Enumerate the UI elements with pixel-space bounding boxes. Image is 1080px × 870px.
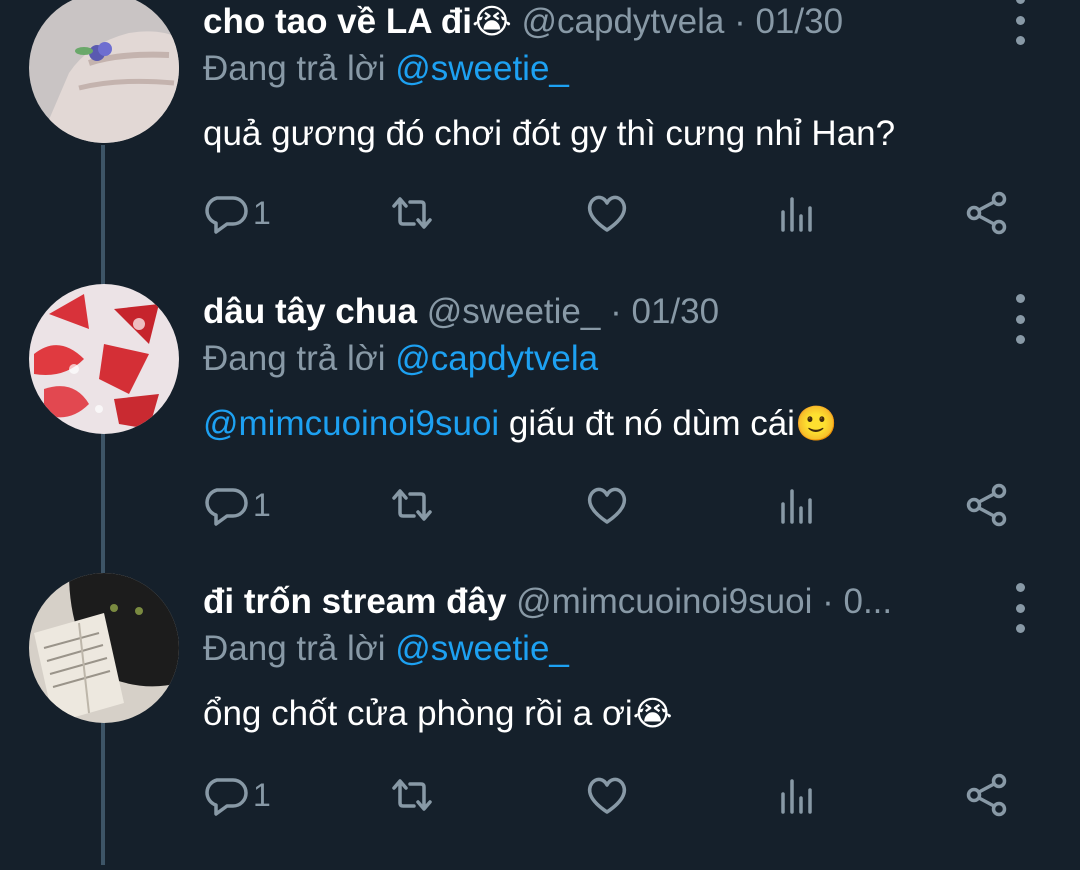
tweet-text-content: quả gương đó chơi đót gy thì cưng nhỉ Ha… <box>203 114 896 153</box>
author-handle[interactable]: @sweetie_ <box>427 292 601 331</box>
crying-emoji: 😭 <box>472 2 512 42</box>
avatar[interactable] <box>29 284 179 434</box>
like-icon <box>587 487 627 524</box>
tweet-text: quả gương đó chơi đót gy thì cưng nhỉ Ha… <box>203 113 1080 155</box>
reply-count: 1 <box>253 194 271 231</box>
share-button[interactable] <box>964 480 1010 530</box>
action-bar: 1 <box>203 480 1013 530</box>
smile-emoji: 🙂 <box>794 404 838 444</box>
analytics-button[interactable] <box>774 480 820 530</box>
like-button[interactable] <box>584 770 630 820</box>
more-options-icon[interactable] <box>1008 294 1032 344</box>
replying-to-handle[interactable]: @sweetie_ <box>395 629 569 668</box>
tweet-mention[interactable]: @mimcuoinoi9suoi <box>203 404 499 443</box>
author-name[interactable]: dâu tây chua <box>203 292 417 331</box>
analytics-icon <box>781 779 812 814</box>
retweet-icon <box>392 489 432 521</box>
replying-to-handle[interactable]: @capdytvela <box>395 339 598 378</box>
tweet-text-content: ổng chốt cửa phòng rồi a ơi <box>203 694 633 733</box>
reply-tweet[interactable]: dâu tây chua @sweetie_ · 01/30 Đang trả … <box>0 284 1080 580</box>
avatar[interactable] <box>29 0 179 143</box>
separator-dot: · <box>734 2 746 41</box>
replying-to: Đang trả lời @capdytvela <box>203 338 1080 380</box>
author-handle[interactable]: @capdytvela <box>521 2 724 41</box>
share-button[interactable] <box>964 188 1010 238</box>
analytics-button[interactable] <box>774 770 820 820</box>
share-icon <box>966 483 1007 527</box>
analytics-button[interactable] <box>774 188 820 238</box>
reply-button[interactable]: 1 <box>203 188 271 238</box>
more-options-icon[interactable] <box>1008 583 1032 633</box>
replying-to-label: Đang trả lời <box>203 629 386 668</box>
separator-dot: · <box>822 582 834 621</box>
author-name[interactable]: cho tao về LA đi <box>203 2 472 41</box>
action-bar: 1 <box>203 770 1013 820</box>
tweet-text: @mimcuoinoi9suoi giấu đt nó dùm cái🙂 <box>203 403 1080 445</box>
replying-to: Đang trả lời @sweetie_ <box>203 48 1080 90</box>
tweet-text: ổng chốt cửa phòng rồi a ơi😭 <box>203 693 1080 735</box>
crying-emoji: 😭 <box>632 694 673 734</box>
like-icon <box>587 777 627 814</box>
tweet-date: 01/30 <box>755 2 844 41</box>
share-icon <box>966 191 1007 235</box>
reply-icon <box>205 488 248 526</box>
reply-tweet[interactable]: đi trốn stream đây @mimcuoinoi9suoi · 0.… <box>0 573 1080 870</box>
reply-button[interactable]: 1 <box>203 770 271 820</box>
separator-dot: · <box>610 292 622 331</box>
action-bar: 1 <box>203 188 1013 238</box>
replying-to-handle[interactable]: @sweetie_ <box>395 49 569 88</box>
share-icon <box>966 773 1007 817</box>
like-button[interactable] <box>584 480 630 530</box>
like-icon <box>587 195 627 232</box>
author-name[interactable]: đi trốn stream đây <box>203 582 506 621</box>
share-button[interactable] <box>964 770 1010 820</box>
like-button[interactable] <box>584 188 630 238</box>
more-options-icon[interactable] <box>1008 0 1032 45</box>
tweet-text-content: giấu đt nó dùm cái <box>499 404 795 443</box>
retweet-icon <box>392 197 432 229</box>
reply-button[interactable]: 1 <box>203 480 271 530</box>
tweet-date: 01/30 <box>631 292 720 331</box>
analytics-icon <box>781 489 812 524</box>
avatar[interactable] <box>29 573 179 723</box>
reply-tweet[interactable]: cho tao về LA đi😭 @capdytvela · 01/30 Đa… <box>0 0 1080 290</box>
replying-to-label: Đang trả lời <box>203 339 386 378</box>
reply-icon <box>205 196 248 234</box>
retweet-button[interactable] <box>389 188 435 238</box>
reply-count: 1 <box>253 486 271 523</box>
retweet-icon <box>392 779 432 811</box>
reply-icon <box>205 778 248 816</box>
author-handle[interactable]: @mimcuoinoi9suoi <box>516 582 812 621</box>
replying-to-label: Đang trả lời <box>203 49 386 88</box>
tweet-date: 0... <box>843 582 893 621</box>
replying-to: Đang trả lời @sweetie_ <box>203 628 1080 670</box>
retweet-button[interactable] <box>389 770 435 820</box>
reply-count: 1 <box>253 776 271 813</box>
retweet-button[interactable] <box>389 480 435 530</box>
analytics-icon <box>781 197 812 232</box>
